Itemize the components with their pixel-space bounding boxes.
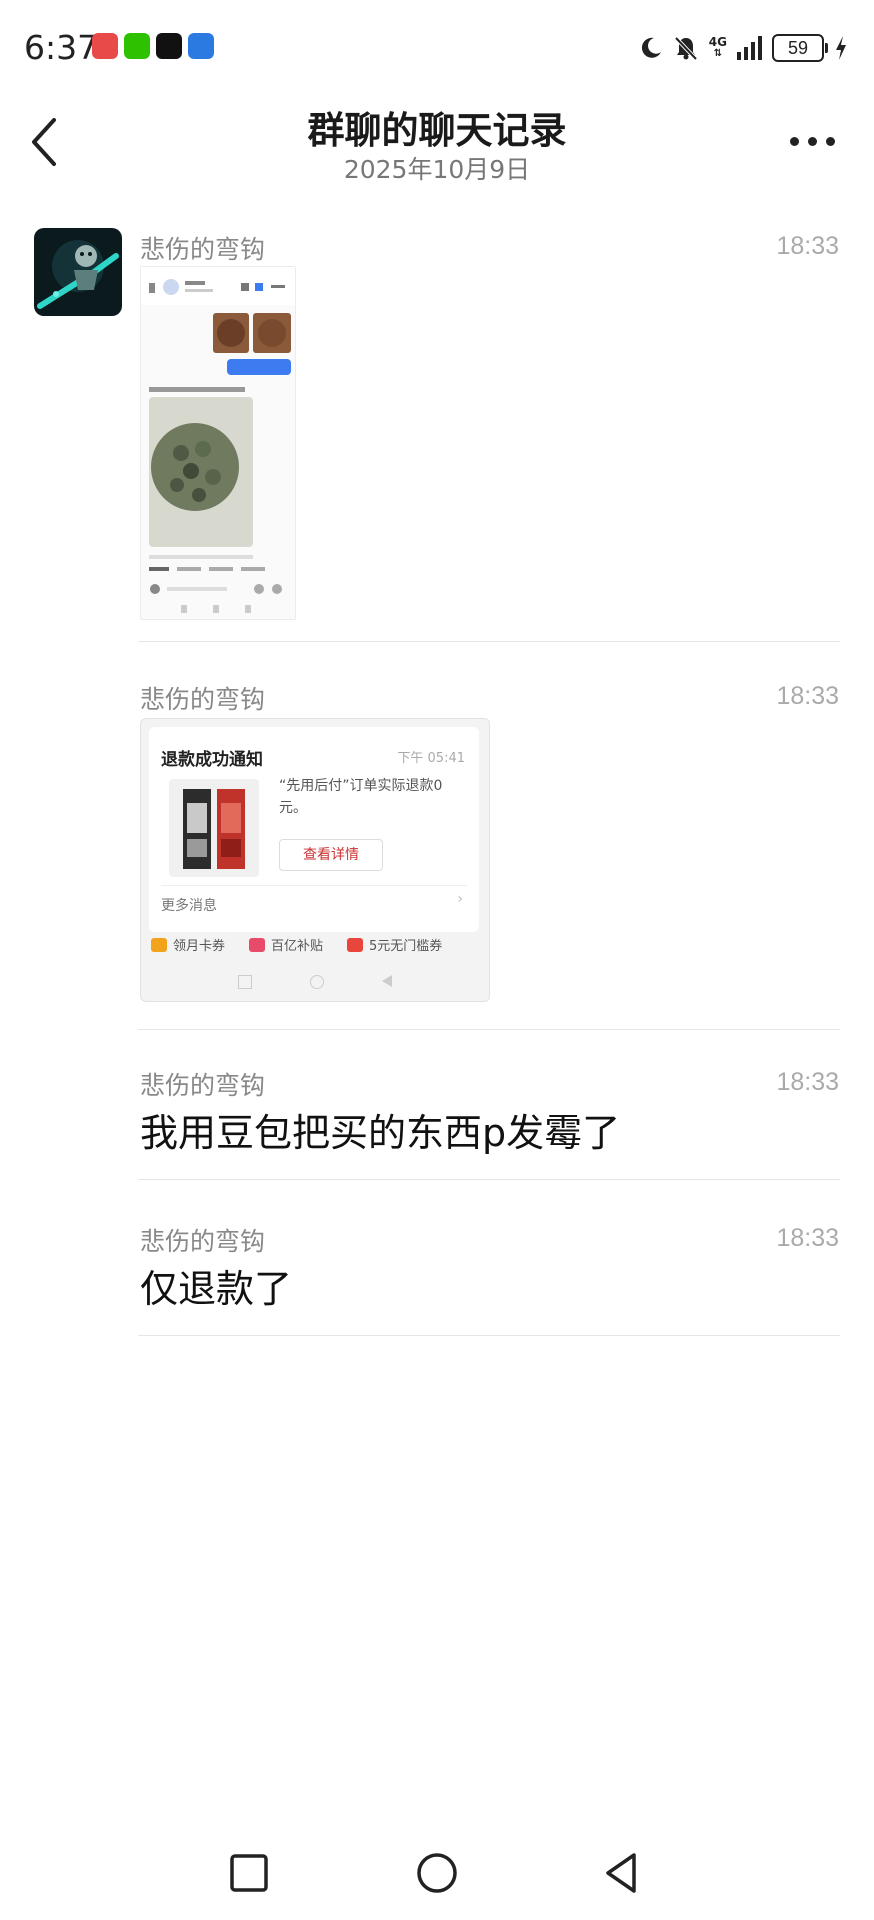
dot-icon — [825, 136, 835, 146]
message-divider — [138, 1179, 840, 1180]
promo-link[interactable]: 5元无门槛券 — [347, 935, 442, 954]
qq-icon — [188, 33, 214, 59]
coupon-icon — [151, 937, 167, 952]
status-time: 6:37 — [24, 28, 99, 67]
app-badge-red — [92, 33, 118, 59]
promo-link[interactable]: 百亿补贴 — [249, 935, 323, 954]
card-divider — [161, 885, 467, 886]
message-divider — [138, 1029, 840, 1030]
bell-muted-icon — [674, 36, 698, 61]
battery-level: 59 — [787, 38, 809, 58]
message-sender: 悲伤的弯钩 — [140, 1071, 266, 1100]
square-icon — [238, 975, 252, 989]
status-icons: 4G ⇅ 59 — [639, 30, 848, 66]
screenshot-nav-bar — [141, 975, 489, 989]
promo-link[interactable]: 领月卡券 — [151, 935, 225, 954]
tiktok-icon — [156, 33, 182, 59]
card-time: 下午 05:41 — [397, 751, 465, 766]
network-label: 4G — [708, 35, 727, 49]
promo-label: 5元无门槛券 — [369, 939, 443, 954]
message-sender: 悲伤的弯钩 — [140, 1227, 266, 1256]
subsidy-icon — [249, 937, 266, 952]
message-text: 仅退款了 — [140, 1267, 293, 1311]
message-sender: 悲伤的弯钩 — [140, 235, 266, 264]
moon-icon — [641, 37, 661, 58]
dot-icon — [807, 136, 817, 146]
system-nav-bar — [0, 1830, 874, 1920]
message-time: 18:33 — [776, 1068, 839, 1096]
more-options-button[interactable] — [782, 126, 842, 156]
signal-icon — [737, 36, 762, 60]
page-subtitle-date: 2025年10月9日 — [343, 155, 531, 184]
refund-notice-card: 退款成功通知 下午 05:41 “先用后付”订单实际退款0元。 查看详情 更多消… — [149, 727, 479, 932]
product-image — [169, 779, 259, 877]
message-divider — [138, 641, 840, 642]
page-title: 群聊的聊天记录 — [307, 109, 567, 152]
voucher-icon — [347, 937, 364, 952]
image-message-screenshot[interactable] — [140, 266, 296, 620]
card-description: “先用后付”订单实际退款0元。 — [279, 778, 443, 816]
battery-icon: 59 — [772, 34, 828, 62]
circle-icon — [310, 975, 324, 989]
home-button[interactable] — [414, 1850, 460, 1896]
network-type: 4G ⇅ — [708, 35, 727, 59]
view-details-button[interactable]: 查看详情 — [279, 839, 383, 871]
avatar[interactable] — [34, 228, 122, 316]
message-time: 18:33 — [776, 232, 839, 260]
image-message-refund-card[interactable]: 退款成功通知 下午 05:41 “先用后付”订单实际退款0元。 查看详情 更多消… — [140, 718, 490, 1002]
promo-label: 领月卡券 — [173, 939, 226, 954]
charging-icon — [836, 36, 846, 60]
card-title: 退款成功通知 — [161, 750, 263, 770]
chevron-right-icon: › — [457, 891, 463, 907]
dot-icon — [789, 136, 799, 146]
more-messages-link[interactable]: 更多消息 — [161, 895, 217, 915]
message-text: 我用豆包把买的东西p发霉了 — [140, 1111, 621, 1155]
message-time: 18:33 — [776, 1224, 839, 1252]
message-time: 18:33 — [776, 682, 839, 710]
wechat-icon — [124, 33, 150, 59]
message-divider — [138, 1335, 840, 1336]
promo-links: 领月卡券 百亿补贴 5元无门槛券 — [151, 935, 481, 954]
triangle-icon — [382, 975, 392, 987]
message-sender: 悲伤的弯钩 — [140, 685, 266, 714]
promo-label: 百亿补贴 — [271, 939, 324, 954]
recent-apps-button[interactable] — [228, 1852, 270, 1894]
status-bar: 6:37 4G ⇅ 59 — [0, 0, 874, 96]
back-nav-button[interactable] — [600, 1850, 644, 1896]
